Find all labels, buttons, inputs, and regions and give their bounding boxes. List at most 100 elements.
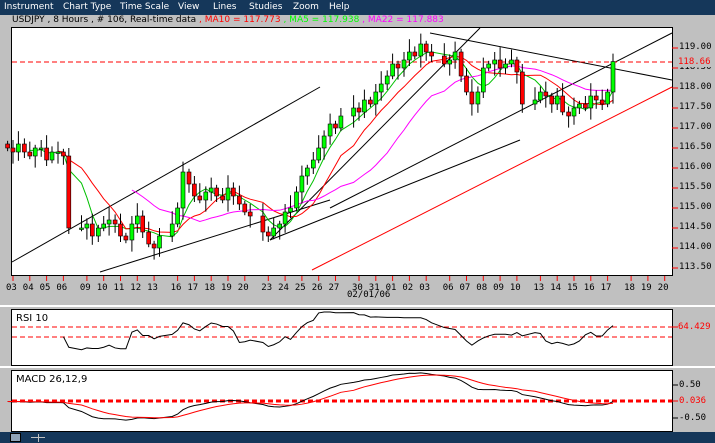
candle[interactable] <box>378 83 384 93</box>
candle[interactable] <box>10 147 16 153</box>
maximize-icon[interactable] <box>10 433 21 442</box>
candle[interactable] <box>49 151 55 161</box>
candle[interactable] <box>452 51 458 61</box>
candle[interactable] <box>351 107 356 117</box>
candle[interactable] <box>220 195 225 201</box>
candle[interactable] <box>146 231 151 245</box>
candle[interactable] <box>271 227 277 237</box>
candle[interactable] <box>486 63 492 69</box>
candle[interactable] <box>118 223 123 237</box>
candle[interactable] <box>186 171 192 185</box>
candle[interactable] <box>55 151 61 154</box>
candle[interactable] <box>242 203 248 213</box>
candle[interactable] <box>492 59 498 65</box>
candle[interactable] <box>175 207 180 225</box>
candle[interactable] <box>566 111 571 117</box>
candle[interactable] <box>429 51 434 57</box>
candle[interactable] <box>27 151 33 157</box>
candle[interactable] <box>192 183 197 197</box>
candle[interactable] <box>277 223 283 229</box>
candle[interactable] <box>447 59 453 65</box>
candle[interactable] <box>84 223 90 229</box>
candle[interactable] <box>583 103 588 109</box>
candle[interactable] <box>458 51 464 77</box>
candle[interactable] <box>519 71 525 105</box>
candle[interactable] <box>169 223 175 237</box>
candle[interactable] <box>79 227 84 230</box>
candle[interactable] <box>282 211 288 225</box>
candle[interactable] <box>61 151 66 157</box>
candle[interactable] <box>532 99 538 105</box>
candle[interactable] <box>135 215 140 225</box>
candle[interactable] <box>231 187 236 197</box>
candle[interactable] <box>16 143 21 153</box>
candle[interactable] <box>197 195 203 201</box>
candle[interactable] <box>577 103 582 109</box>
candle[interactable] <box>418 43 424 57</box>
candle[interactable] <box>208 187 214 193</box>
candle[interactable] <box>294 191 299 209</box>
candle[interactable] <box>503 63 508 69</box>
candle[interactable] <box>588 95 594 109</box>
candle[interactable] <box>225 187 231 201</box>
candle[interactable] <box>514 59 520 73</box>
candle[interactable] <box>480 67 486 93</box>
candle[interactable] <box>605 91 610 105</box>
candle[interactable] <box>441 55 447 65</box>
candle[interactable] <box>373 91 379 105</box>
candle[interactable] <box>203 191 209 201</box>
candle[interactable] <box>44 147 49 161</box>
candle[interactable] <box>538 91 543 101</box>
candle[interactable] <box>66 155 72 229</box>
candle[interactable] <box>260 215 266 233</box>
candle[interactable] <box>384 75 390 85</box>
candle[interactable] <box>362 99 367 113</box>
candle[interactable] <box>401 59 407 69</box>
candle[interactable] <box>101 223 106 229</box>
candle[interactable] <box>333 123 338 129</box>
candle[interactable] <box>32 147 38 157</box>
candle[interactable] <box>475 91 481 105</box>
candle[interactable] <box>5 143 10 149</box>
candle[interactable] <box>321 135 327 149</box>
candle[interactable] <box>395 63 401 69</box>
candle[interactable] <box>22 143 27 153</box>
candle[interactable] <box>310 159 316 169</box>
candle[interactable] <box>327 123 333 137</box>
candle[interactable] <box>151 243 157 249</box>
candle[interactable] <box>560 95 565 113</box>
candle[interactable] <box>338 115 344 129</box>
candle[interactable] <box>469 91 475 105</box>
candle[interactable] <box>157 235 162 249</box>
candle[interactable] <box>265 231 271 237</box>
candle[interactable] <box>593 95 599 101</box>
candle[interactable] <box>304 167 310 177</box>
candle[interactable] <box>543 91 549 97</box>
candle[interactable] <box>237 195 242 205</box>
candle[interactable] <box>368 99 373 105</box>
candle[interactable] <box>38 147 44 150</box>
candle[interactable] <box>554 95 560 105</box>
candle[interactable] <box>599 99 605 105</box>
candle[interactable] <box>247 211 253 217</box>
candle[interactable] <box>423 43 429 53</box>
candle[interactable] <box>90 223 95 237</box>
candle[interactable] <box>412 51 418 57</box>
candle[interactable] <box>316 147 322 161</box>
candle[interactable] <box>180 171 186 209</box>
candle[interactable] <box>497 59 503 69</box>
candle[interactable] <box>96 227 101 237</box>
candle[interactable] <box>571 107 577 117</box>
candle[interactable] <box>123 235 129 241</box>
candle[interactable] <box>464 75 469 93</box>
candle[interactable] <box>106 219 112 225</box>
candle[interactable] <box>288 207 293 213</box>
candle[interactable] <box>509 59 514 65</box>
candle[interactable] <box>610 61 616 93</box>
candle[interactable] <box>129 223 135 241</box>
candle[interactable] <box>214 187 219 197</box>
candle[interactable] <box>356 107 362 113</box>
candle[interactable] <box>299 175 305 193</box>
candle[interactable] <box>112 219 118 225</box>
candle[interactable] <box>407 51 412 61</box>
